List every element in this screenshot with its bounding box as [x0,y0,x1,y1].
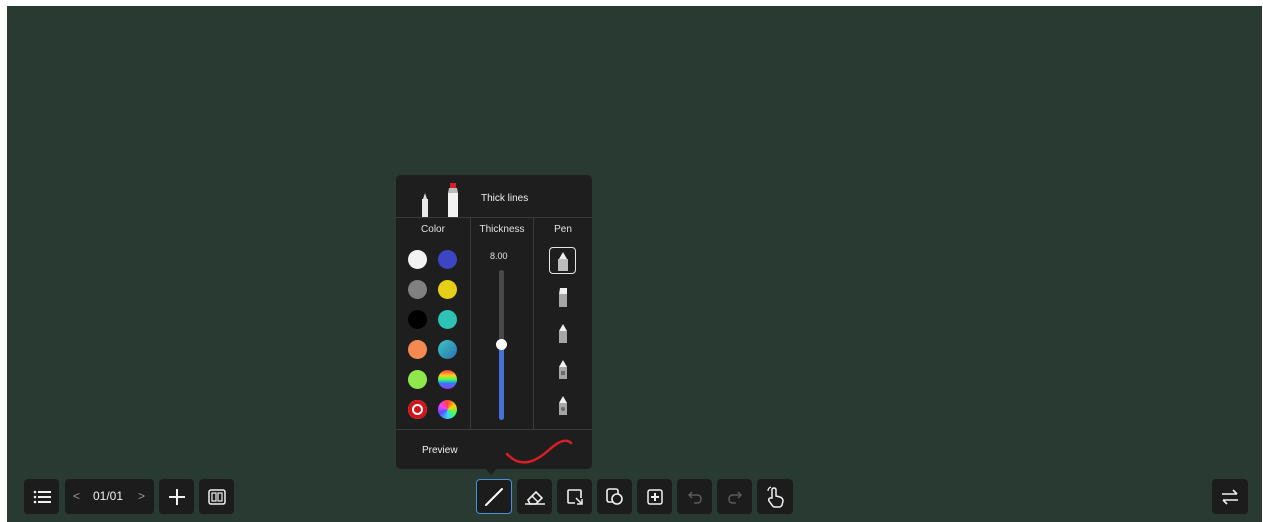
plus-icon [168,488,185,505]
gesture-button[interactable] [757,479,793,514]
shape-tool-button[interactable] [597,479,632,514]
insert-button[interactable] [637,479,672,514]
hand-pointer-icon [767,485,784,508]
thickness-heading: Thickness [479,224,525,235]
pen-type-brush-icon[interactable] [554,322,572,344]
thickness-value: 8.00 [490,251,508,261]
color-swatch-orange[interactable] [408,340,427,359]
thin-pen-icon[interactable] [420,193,430,217]
pen-type-fountain-icon[interactable] [554,394,572,416]
thick-pen-icon[interactable] [447,183,459,217]
undo-icon [687,490,702,504]
popup-title: Thick lines [481,193,529,204]
add-box-icon [646,488,663,505]
color-swatch-red-selected[interactable] [408,400,427,419]
color-swatch-green[interactable] [408,370,427,389]
color-swatch-white[interactable] [408,250,427,269]
popup-header: Thick lines [396,175,592,218]
list-icon [33,490,51,503]
pen-tool-button[interactable] [476,479,512,514]
pen-heading: Pen [554,224,572,235]
page-overview-button[interactable] [199,479,234,514]
preview-stroke [505,439,573,464]
eraser-icon [524,490,545,505]
color-swatch-teal[interactable] [438,310,457,329]
column-divider [533,218,534,429]
undo-button[interactable] [677,479,712,514]
switch-side-button[interactable] [1212,479,1248,514]
pen-type-pencil-icon[interactable] [554,358,572,380]
next-page-button[interactable]: > [138,489,145,503]
whiteboard-canvas[interactable] [7,6,1262,522]
popup-pointer [484,467,498,475]
shapes-icon [605,487,623,505]
color-swatch-gray[interactable] [408,280,427,299]
pen-settings-popup: Thick lines Color Thickness Pen 8.00 Pre… [396,175,592,469]
pen-type-highlighter-icon[interactable] [554,286,572,308]
color-swatch-gradient-blue[interactable] [438,340,457,359]
pen-type-marker-icon[interactable] [554,250,572,272]
pages-icon [207,488,226,505]
redo-button[interactable] [717,479,752,514]
preview-row: Preview [396,429,592,470]
color-swatch-rainbow[interactable] [438,370,457,389]
page-navigator: < 01/01 > [65,479,154,514]
prev-page-button[interactable]: < [73,489,80,503]
color-swatch-yellow[interactable] [438,280,457,299]
color-heading: Color [421,224,445,235]
color-picker-spectrum[interactable] [438,400,457,419]
color-swatch-blue[interactable] [438,250,457,269]
page-indicator: 01/01 [93,489,124,503]
thickness-slider-fill [499,344,504,420]
redo-icon [727,490,742,504]
menu-button[interactable] [24,479,59,514]
select-tool-button[interactable] [557,479,592,514]
eraser-tool-button[interactable] [517,479,552,514]
pen-icon [485,487,503,506]
swap-arrows-icon [1222,488,1238,505]
add-page-button[interactable] [159,479,194,514]
thickness-slider-thumb[interactable] [496,339,507,350]
color-swatch-black[interactable] [408,310,427,329]
column-divider [470,218,471,429]
preview-label: Preview [422,445,458,456]
lasso-select-icon [566,488,583,505]
